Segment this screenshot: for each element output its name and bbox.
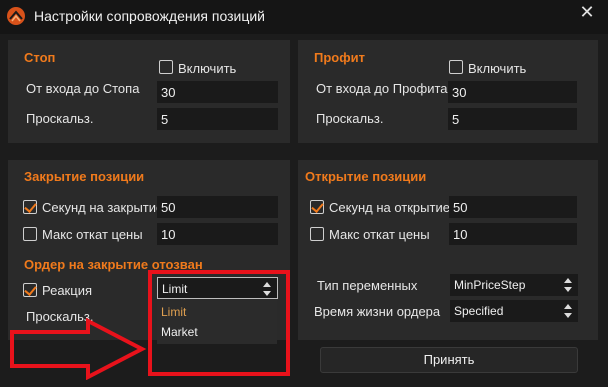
app-logo-icon — [7, 7, 25, 25]
spin-arrows-icon — [564, 304, 572, 318]
reaction-label: Реакция — [42, 283, 92, 298]
var-type-select[interactable]: MinPriceStep — [450, 274, 578, 296]
close-max-pullback-checkbox[interactable] — [23, 227, 37, 241]
stop-title: Стоп — [24, 50, 56, 65]
accept-button[interactable]: Принять — [320, 347, 578, 373]
annotation-highlight-box — [148, 270, 290, 376]
title-bar: Настройки сопровождения позиций ✕ — [0, 0, 608, 34]
var-type-label: Тип переменных — [317, 278, 418, 293]
stop-enable-label: Включить — [178, 61, 237, 76]
open-seconds-label: Секунд на открытие — [329, 200, 450, 215]
open-max-pullback-checkbox[interactable] — [310, 227, 324, 241]
var-type-select-value: MinPriceStep — [454, 278, 526, 292]
stop-entry-field[interactable]: 30 — [157, 81, 278, 103]
open-seconds-checkbox[interactable] — [310, 200, 324, 214]
open-position-title: Открытие позиции — [305, 169, 427, 184]
window-title: Настройки сопровождения позиций — [34, 8, 265, 24]
profit-enable-checkbox[interactable] — [449, 60, 463, 74]
close-seconds-checkbox[interactable] — [23, 200, 37, 214]
order-lifetime-label: Время жизни ордера — [314, 304, 441, 319]
stop-slippage-label: Проскальз. — [26, 111, 94, 126]
open-max-pullback-label: Макс откат цены — [329, 227, 430, 242]
close-max-pullback-label: Макс откат цены — [42, 227, 143, 242]
order-lifetime-select[interactable]: Specified — [450, 300, 578, 322]
close-seconds-label: Секунд на закрытие — [42, 200, 164, 215]
profit-slippage-field[interactable]: 5 — [448, 108, 577, 130]
stop-entry-label: От входа до Стопа — [26, 81, 140, 96]
profit-enable-label: Включить — [468, 61, 527, 76]
order-lifetime-select-value: Specified — [454, 304, 504, 318]
profit-slippage-label: Проскальз. — [316, 111, 384, 126]
close-icon[interactable]: ✕ — [578, 3, 596, 21]
stop-enable-checkbox[interactable] — [159, 60, 173, 74]
spin-arrows-icon — [564, 278, 572, 292]
close-max-pullback-field[interactable]: 10 — [157, 223, 278, 245]
profit-title: Профит — [314, 50, 365, 65]
close-position-title: Закрытие позиции — [24, 169, 145, 184]
profit-entry-field[interactable]: 30 — [448, 81, 577, 103]
reaction-checkbox[interactable] — [23, 283, 37, 297]
close-seconds-field[interactable]: 50 — [157, 196, 278, 218]
open-seconds-field[interactable]: 50 — [449, 196, 577, 218]
open-max-pullback-field[interactable]: 10 — [449, 223, 577, 245]
stop-slippage-field[interactable]: 5 — [157, 108, 278, 130]
annotation-arrow-icon — [10, 318, 147, 380]
profit-entry-label: От входа до Профита — [316, 81, 448, 96]
